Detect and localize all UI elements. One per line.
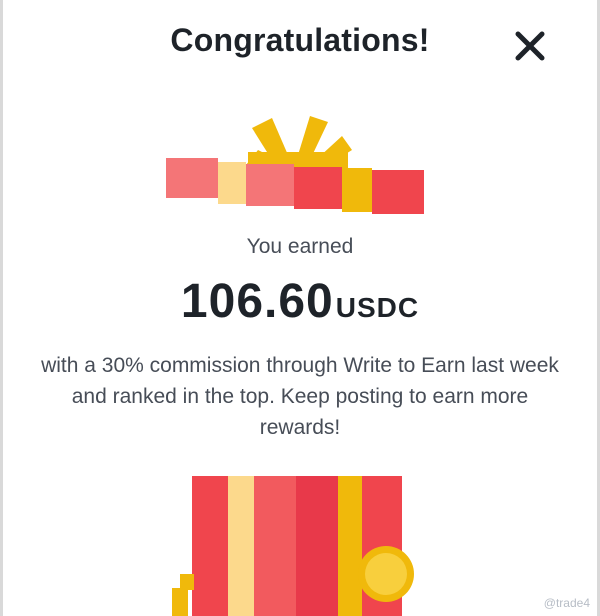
gift-lid-illustration	[166, 116, 424, 214]
reward-modal: Congratulations! You earned 106.60USDC w…	[0, 0, 600, 616]
close-button[interactable]	[510, 26, 550, 66]
gift-box-illustration	[172, 476, 414, 616]
close-icon	[515, 31, 545, 61]
earned-amount: 106.60	[180, 275, 334, 328]
earned-currency: USDC	[335, 292, 420, 323]
watermark: @trade4	[543, 596, 590, 610]
reward-description: with a 30% commission through Write to E…	[41, 354, 559, 439]
earned-label: You earned	[246, 235, 354, 258]
earned-amount-row: 106.60USDC	[0, 274, 600, 329]
